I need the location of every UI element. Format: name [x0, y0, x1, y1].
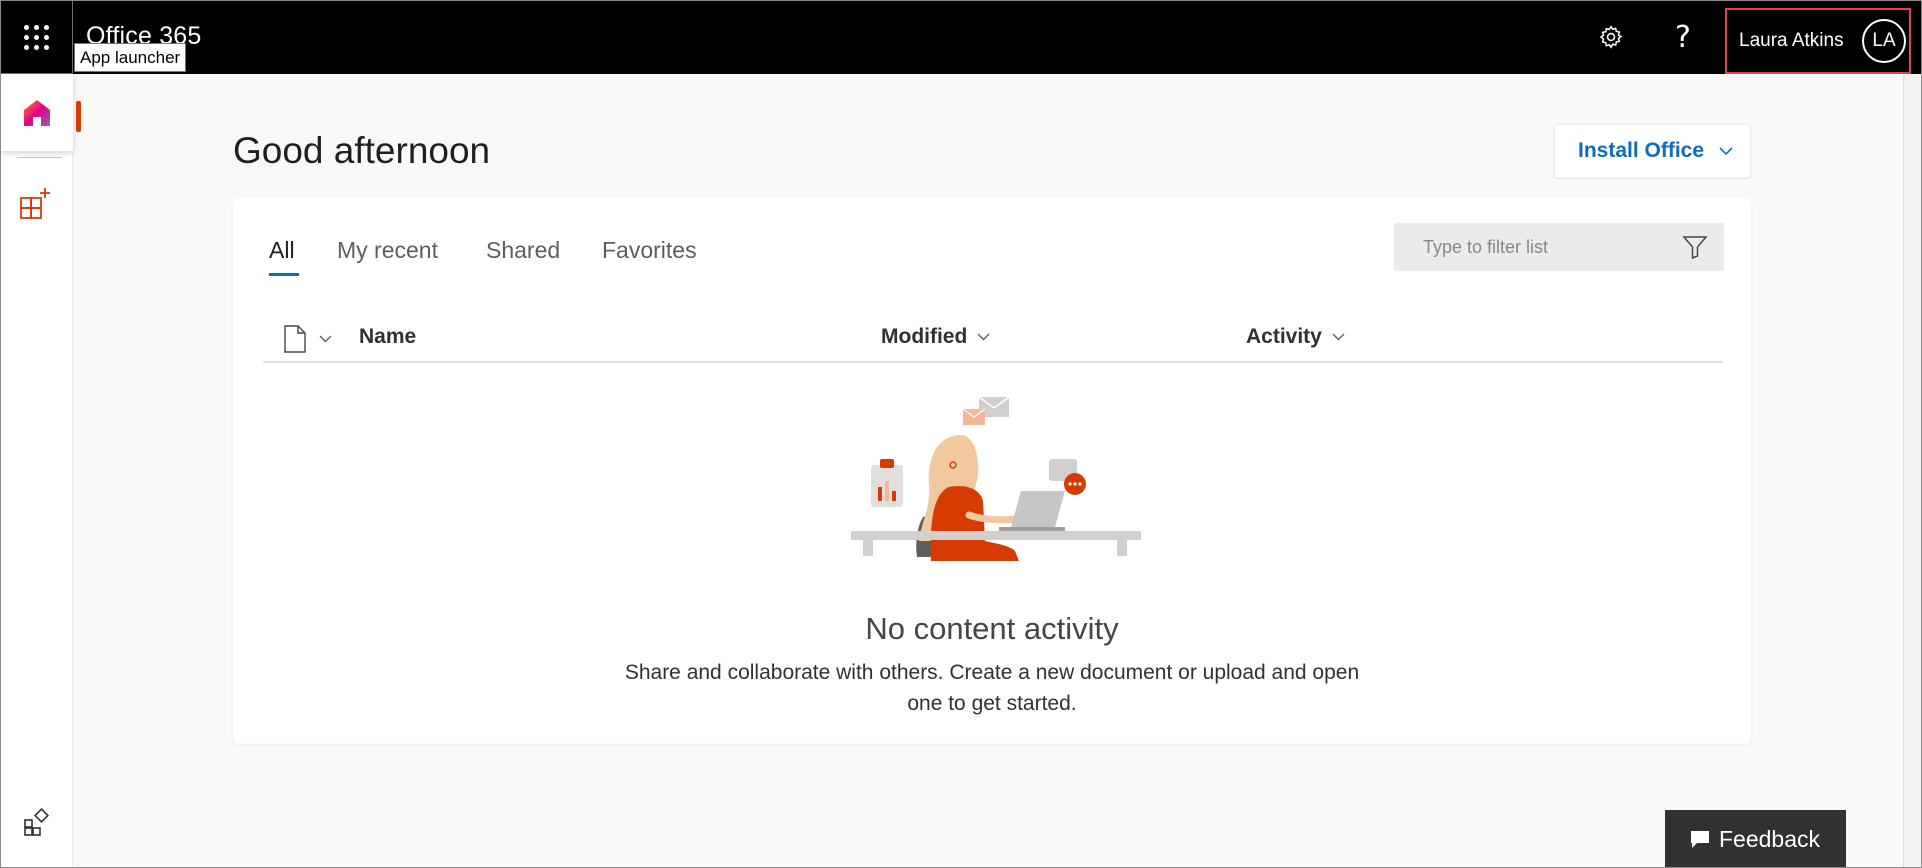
rail-active-indicator	[76, 101, 81, 132]
chevron-down-icon	[1332, 333, 1345, 341]
tab-my-recent[interactable]: My recent	[337, 237, 438, 264]
name-column-label: Name	[359, 325, 417, 348]
help-icon: ?	[1675, 19, 1691, 55]
help-button[interactable]: ?	[1664, 18, 1702, 56]
chevron-down-icon	[319, 335, 332, 343]
active-tab-indicator	[269, 273, 299, 276]
feedback-button[interactable]: Feedback	[1665, 810, 1846, 868]
account-name: Laura Atkins	[1739, 30, 1844, 51]
page-title: Good afternoon	[233, 130, 491, 171]
page-scrollbar[interactable]	[1903, 74, 1920, 867]
modified-column-header[interactable]: Modified	[881, 325, 990, 349]
settings-button[interactable]	[1592, 18, 1630, 56]
activity-column-header[interactable]: Activity	[1246, 325, 1345, 349]
gear-icon	[1599, 25, 1623, 49]
install-office-button[interactable]: Install Office	[1554, 124, 1751, 178]
tab-favorites[interactable]: Favorites	[602, 237, 697, 264]
rail-item-apps[interactable]	[15, 182, 57, 224]
chevron-down-icon	[1718, 146, 1734, 156]
filter-box	[1394, 223, 1724, 271]
install-office-label: Install Office	[1578, 139, 1705, 162]
document-icon	[284, 325, 306, 353]
chevron-down-icon	[977, 333, 990, 341]
avatar: LA	[1862, 19, 1906, 63]
account-manager-button[interactable]: Laura Atkins LA	[1725, 8, 1911, 74]
rail-divider	[17, 157, 62, 158]
table-header-divider	[263, 361, 1723, 363]
feedback-label: Feedback	[1719, 825, 1821, 852]
empty-state-illustration	[851, 396, 1141, 561]
file-type-column-header[interactable]	[283, 325, 332, 353]
tab-all[interactable]: All	[269, 237, 295, 264]
filter-icon[interactable]	[1682, 234, 1708, 265]
top-bar: Office 365 ? Laura Atkins LA	[0, 0, 1922, 74]
app-store-icon	[24, 808, 49, 836]
activity-column-label: Activity	[1246, 325, 1322, 348]
empty-state-title: No content activity	[865, 611, 1119, 646]
filter-input[interactable]	[1423, 236, 1673, 258]
feedback-icon	[1691, 831, 1709, 848]
left-rail	[0, 74, 81, 868]
tab-shared[interactable]: Shared	[486, 237, 560, 264]
app-launcher-tooltip: App launcher	[74, 43, 187, 72]
home-icon	[23, 99, 50, 126]
waffle-icon	[24, 24, 49, 50]
empty-state-description: Share and collaborate with others. Creat…	[624, 661, 1360, 715]
rail-item-home[interactable]	[0, 74, 73, 151]
add-apps-icon	[20, 188, 50, 219]
avatar-initials: LA	[1872, 30, 1896, 51]
modified-column-label: Modified	[881, 325, 968, 348]
content-card: All My recent Shared Favorites Name Modi…	[233, 197, 1751, 744]
app-launcher-button[interactable]	[0, 0, 73, 74]
rail-item-store[interactable]	[18, 804, 56, 842]
name-column-header[interactable]: Name	[359, 325, 416, 349]
